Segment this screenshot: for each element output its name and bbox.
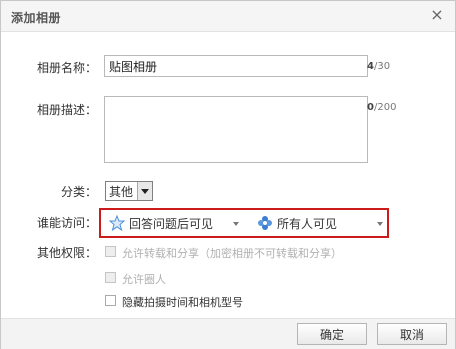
access-question-label: 回答问题后可见: [129, 217, 214, 231]
allow-tag-checkbox[interactable]: [105, 272, 116, 283]
allow-tag-label: 允许圈人: [122, 273, 166, 286]
other-permissions-label: 其他权限：: [36, 246, 97, 260]
album-name-label: 相册名称：: [36, 61, 97, 75]
hide-exif-checkbox[interactable]: [105, 295, 116, 306]
album-desc-label: 相册描述：: [36, 103, 97, 117]
access-visibility-dropdown[interactable]: 所有人可见: [257, 213, 385, 233]
album-desc-textarea[interactable]: [104, 96, 368, 163]
chevron-down-icon[interactable]: [137, 182, 152, 200]
access-highlight-box: 回答问题后可见 所有人可见: [99, 208, 389, 238]
access-question-dropdown[interactable]: 回答问题后可见: [108, 213, 239, 233]
album-desc-max: /200: [373, 102, 397, 113]
album-name-max: /30: [373, 61, 391, 72]
album-name-count: 4: [367, 61, 374, 72]
album-name-counter: 4/30: [367, 61, 390, 72]
allow-share-label: 允许转载和分享（加密相册不可转载和分享）: [122, 247, 342, 260]
access-label: 谁能访问：: [36, 216, 97, 230]
chevron-down-icon: [377, 222, 383, 226]
chevron-down-icon: [233, 222, 239, 226]
dialog-footer: 确定 取消: [1, 318, 455, 349]
close-icon[interactable]: ×: [429, 7, 445, 23]
category-select[interactable]: 其他: [105, 181, 153, 201]
cancel-button[interactable]: 取消: [377, 323, 447, 345]
album-desc-counter: 0/200: [367, 102, 396, 113]
flower-icon: [257, 215, 273, 231]
category-label: 分类：: [60, 185, 97, 199]
album-name-input[interactable]: [104, 55, 368, 77]
confirm-button[interactable]: 确定: [297, 323, 367, 345]
dialog-titlebar: 添加相册 ×: [1, 1, 455, 32]
star-icon: [108, 214, 126, 232]
dialog-title: 添加相册: [11, 11, 62, 25]
allow-share-checkbox[interactable]: [105, 246, 116, 257]
album-desc-count: 0: [367, 102, 374, 113]
category-value: 其他: [109, 185, 134, 199]
hide-exif-label: 隐藏拍摄时间和相机型号: [122, 296, 243, 309]
access-visibility-label: 所有人可见: [277, 217, 338, 231]
create-album-dialog: 添加相册 × 相册名称： 4/30 相册描述： 0/200 分类： 其他 谁能访…: [0, 0, 456, 349]
